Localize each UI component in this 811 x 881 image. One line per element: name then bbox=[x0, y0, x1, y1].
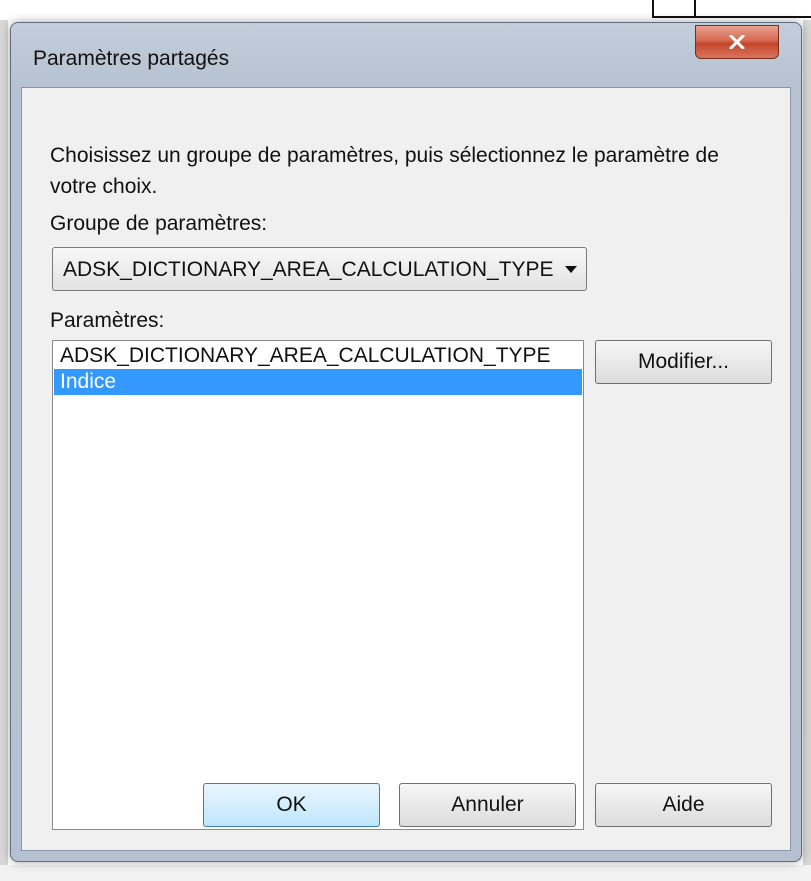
ok-button[interactable]: OK bbox=[203, 783, 380, 827]
group-dropdown[interactable]: ADSK_DICTIONARY_AREA_CALCULATION_TYPE bbox=[52, 247, 587, 291]
modify-button[interactable]: Modifier... bbox=[595, 340, 772, 384]
params-label: Paramètres: bbox=[50, 309, 165, 332]
instruction-text: Choisissez un groupe de paramètres, puis… bbox=[50, 144, 719, 198]
cancel-button[interactable]: Annuler bbox=[399, 783, 576, 827]
background-left-edge bbox=[0, 20, 8, 881]
background-table-fragment bbox=[652, 0, 811, 18]
params-listbox[interactable]: ADSK_DICTIONARY_AREA_CALCULATION_TYPE In… bbox=[52, 340, 584, 830]
window-title: Paramètres partagés bbox=[33, 47, 230, 70]
background-bottom-edge bbox=[0, 865, 811, 881]
group-label: Groupe de paramètres: bbox=[50, 212, 268, 235]
close-button[interactable] bbox=[695, 25, 779, 59]
shared-parameters-dialog: Paramètres partagés Choisissez un groupe… bbox=[10, 22, 802, 862]
close-icon bbox=[729, 35, 745, 49]
dialog-body: Choisissez un groupe de paramètres, puis… bbox=[21, 87, 791, 851]
background-right-edge bbox=[803, 20, 811, 881]
group-dropdown-value: ADSK_DICTIONARY_AREA_CALCULATION_TYPE bbox=[63, 258, 554, 281]
title-bar[interactable]: Paramètres partagés bbox=[11, 23, 801, 95]
chevron-down-icon bbox=[565, 266, 577, 273]
list-item[interactable]: ADSK_DICTIONARY_AREA_CALCULATION_TYPE bbox=[54, 343, 582, 369]
list-item-selected[interactable]: Indice bbox=[54, 369, 582, 395]
help-button[interactable]: Aide bbox=[595, 783, 772, 827]
